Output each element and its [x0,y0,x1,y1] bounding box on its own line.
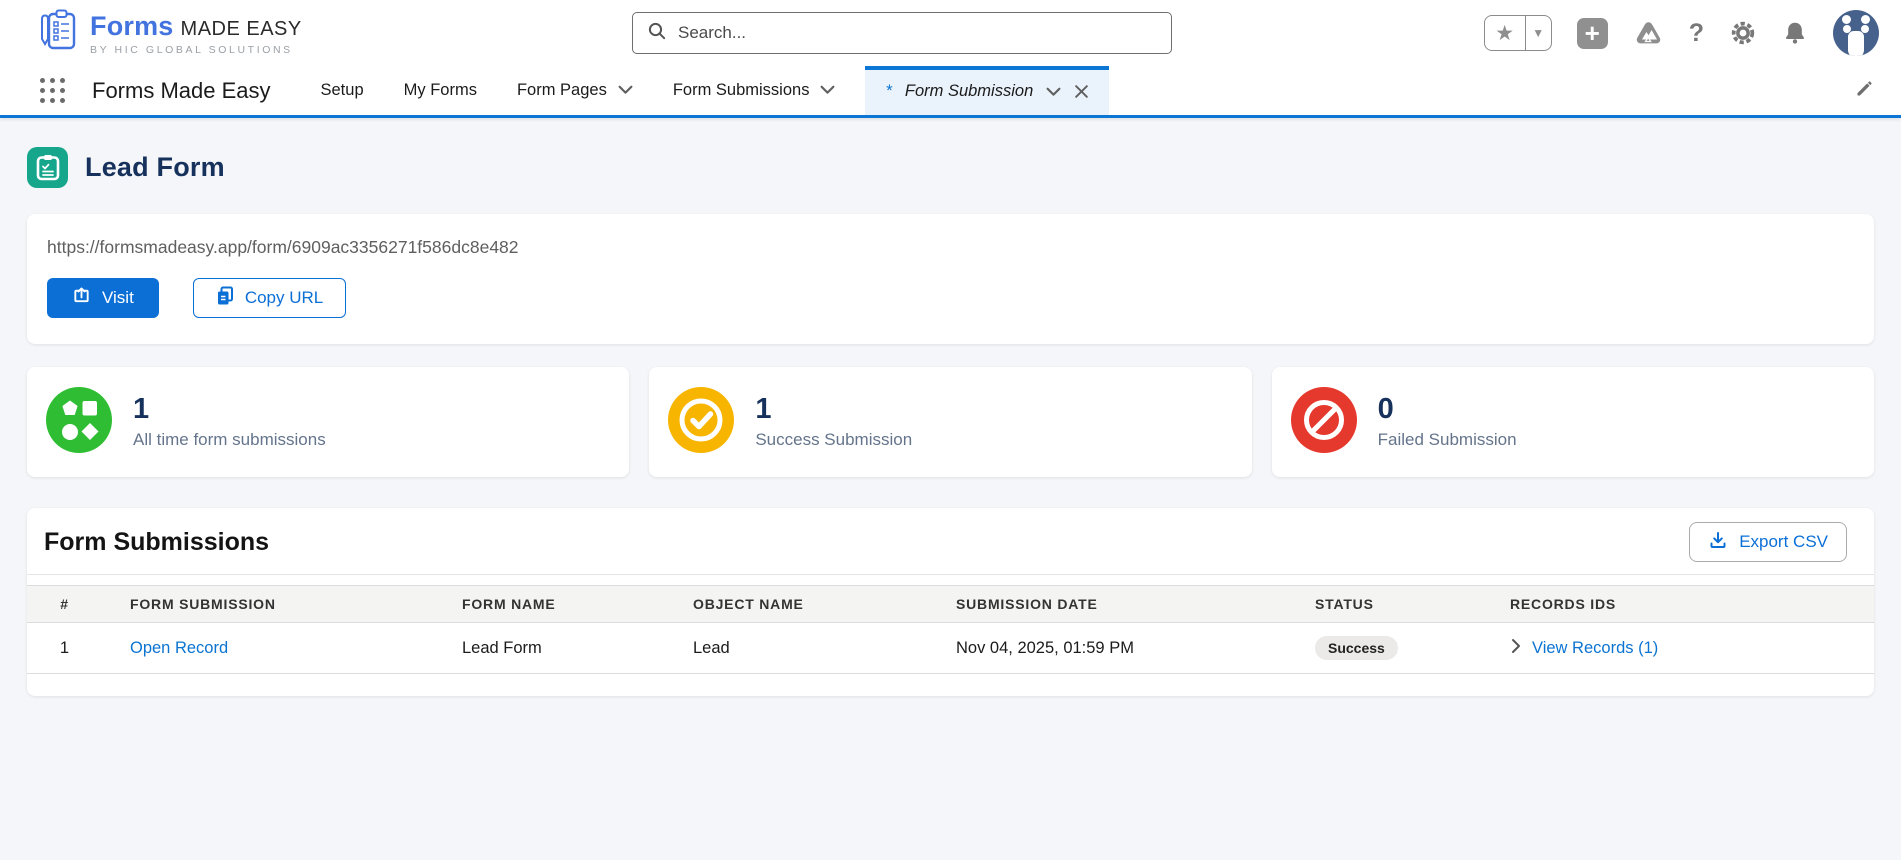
app-name: Forms Made Easy [92,77,271,103]
edit-nav-pencil-icon[interactable] [1854,78,1875,104]
nav-item-form-pages[interactable]: Form Pages [517,81,633,100]
column-header-status: STATUS [1287,585,1482,623]
row-number: 1 [27,622,102,674]
column-header-num: # [27,585,102,623]
nav-item-my-forms[interactable]: My Forms [404,81,477,100]
global-search[interactable] [632,12,1172,54]
column-header-form-submission: FORM SUBMISSION [102,585,434,623]
nav-item-label: Setup [320,81,364,99]
nav-item-setup[interactable]: Setup [321,81,364,100]
copy-url-button-label: Copy URL [244,288,324,307]
copy-url-button[interactable]: Copy URL [192,278,347,318]
column-header-submission-date: SUBMISSION DATE [928,585,1287,623]
column-header-form-name: FORM NAME [434,585,665,623]
shapes-icon [46,386,112,458]
export-csv-label: Export CSV [1739,532,1828,551]
close-icon[interactable] [1074,84,1089,99]
tab-label: Form Submission [904,82,1034,100]
global-actions-plus-icon[interactable]: + [1576,17,1608,49]
stat-card-failed-submissions: 0 Failed Submission [1271,367,1874,477]
divider [27,574,1874,575]
form-submissions-card: Form Submissions Export CSV # FORM SUBMI… [27,508,1874,696]
row-form-name: Lead Form [434,622,665,674]
setup-gear-icon[interactable] [1729,19,1757,47]
stat-label: Failed Submission [1377,429,1517,449]
search-input[interactable] [678,23,1157,43]
tab-form-submission-active[interactable]: * Form Submission [865,66,1110,115]
launch-icon [72,286,91,310]
stat-value: 0 [1377,393,1394,426]
nav-item-label: My Forms [403,81,477,99]
stat-value: 1 [755,393,772,426]
status-badge: Success [1315,636,1398,660]
chevron-right-icon[interactable] [1510,638,1522,659]
form-url-card: https://formsmadeasy.app/form/6909ac3356… [27,214,1874,344]
form-submissions-title: Form Submissions [44,527,270,556]
logo-clipboard-icon [34,8,80,59]
form-url: https://formsmadeasy.app/form/6909ac3356… [47,237,519,257]
favorite-star-icon[interactable]: ★ [1485,16,1525,50]
page-header: Lead Form [27,147,1874,188]
search-icon [647,21,667,46]
check-circle-icon [668,386,735,458]
download-icon [1708,530,1728,555]
column-header-object-name: OBJECT NAME [665,585,928,623]
row-submission-date: Nov 04, 2025, 01:59 PM [928,622,1287,674]
ban-icon [1290,386,1357,458]
app-launcher-waffle-icon[interactable] [40,78,65,103]
top-utility-bar: Forms MADE EASY BY HIC GLOBAL SOLUTIONS … [0,0,1901,66]
logo-brand-suffix: MADE EASY [180,17,302,40]
chevron-down-icon[interactable] [1046,87,1061,97]
stat-card-success-submissions: 1 Success Submission [649,367,1252,477]
row-object-name: Lead [665,622,928,674]
help-icon[interactable]: ? [1689,19,1704,48]
app-logo: Forms MADE EASY BY HIC GLOBAL SOLUTIONS [34,8,302,59]
stat-label: Success Submission [755,429,913,449]
favorites-split-button: ★ ▼ [1483,15,1552,51]
logo-brand-text: Forms [90,10,174,41]
form-clipboard-icon [27,147,68,188]
nav-item-label: Form Pages [516,81,607,99]
view-records-link[interactable]: View Records (1) [1532,639,1658,658]
logo-tagline: BY HIC GLOBAL SOLUTIONS [90,43,293,56]
stat-label: All time form submissions [133,429,326,449]
table-header-row: # FORM SUBMISSION FORM NAME OBJECT NAME … [27,585,1874,623]
visit-button-label: Visit [102,288,134,307]
unsaved-indicator: * [885,82,892,100]
stat-value: 1 [133,393,150,426]
column-header-records-ids: RECORDS IDS [1482,585,1874,623]
app-nav-bar: Forms Made Easy Setup My Forms Form Page… [0,66,1901,118]
nav-item-label: Form Submissions [672,81,810,99]
nav-item-form-submissions[interactable]: Form Submissions [673,81,836,100]
chevron-down-icon[interactable] [618,81,633,100]
table-row: 1 Open Record Lead Form Lead Nov 04, 202… [27,622,1874,674]
user-avatar[interactable] [1833,10,1879,56]
copy-icon [216,286,234,311]
stat-card-all-submissions: 1 All time form submissions [27,367,630,477]
open-record-link[interactable]: Open Record [130,639,228,657]
visit-button[interactable]: Visit [47,278,159,318]
favorites-dropdown-caret-icon[interactable]: ▼ [1524,16,1551,50]
guidance-center-icon[interactable] [1633,19,1664,47]
notifications-bell-icon[interactable] [1782,20,1808,46]
export-csv-button[interactable]: Export CSV [1689,522,1847,562]
chevron-down-icon[interactable] [820,81,835,100]
submissions-table: # FORM SUBMISSION FORM NAME OBJECT NAME … [27,585,1874,674]
page-title: Lead Form [85,152,225,182]
